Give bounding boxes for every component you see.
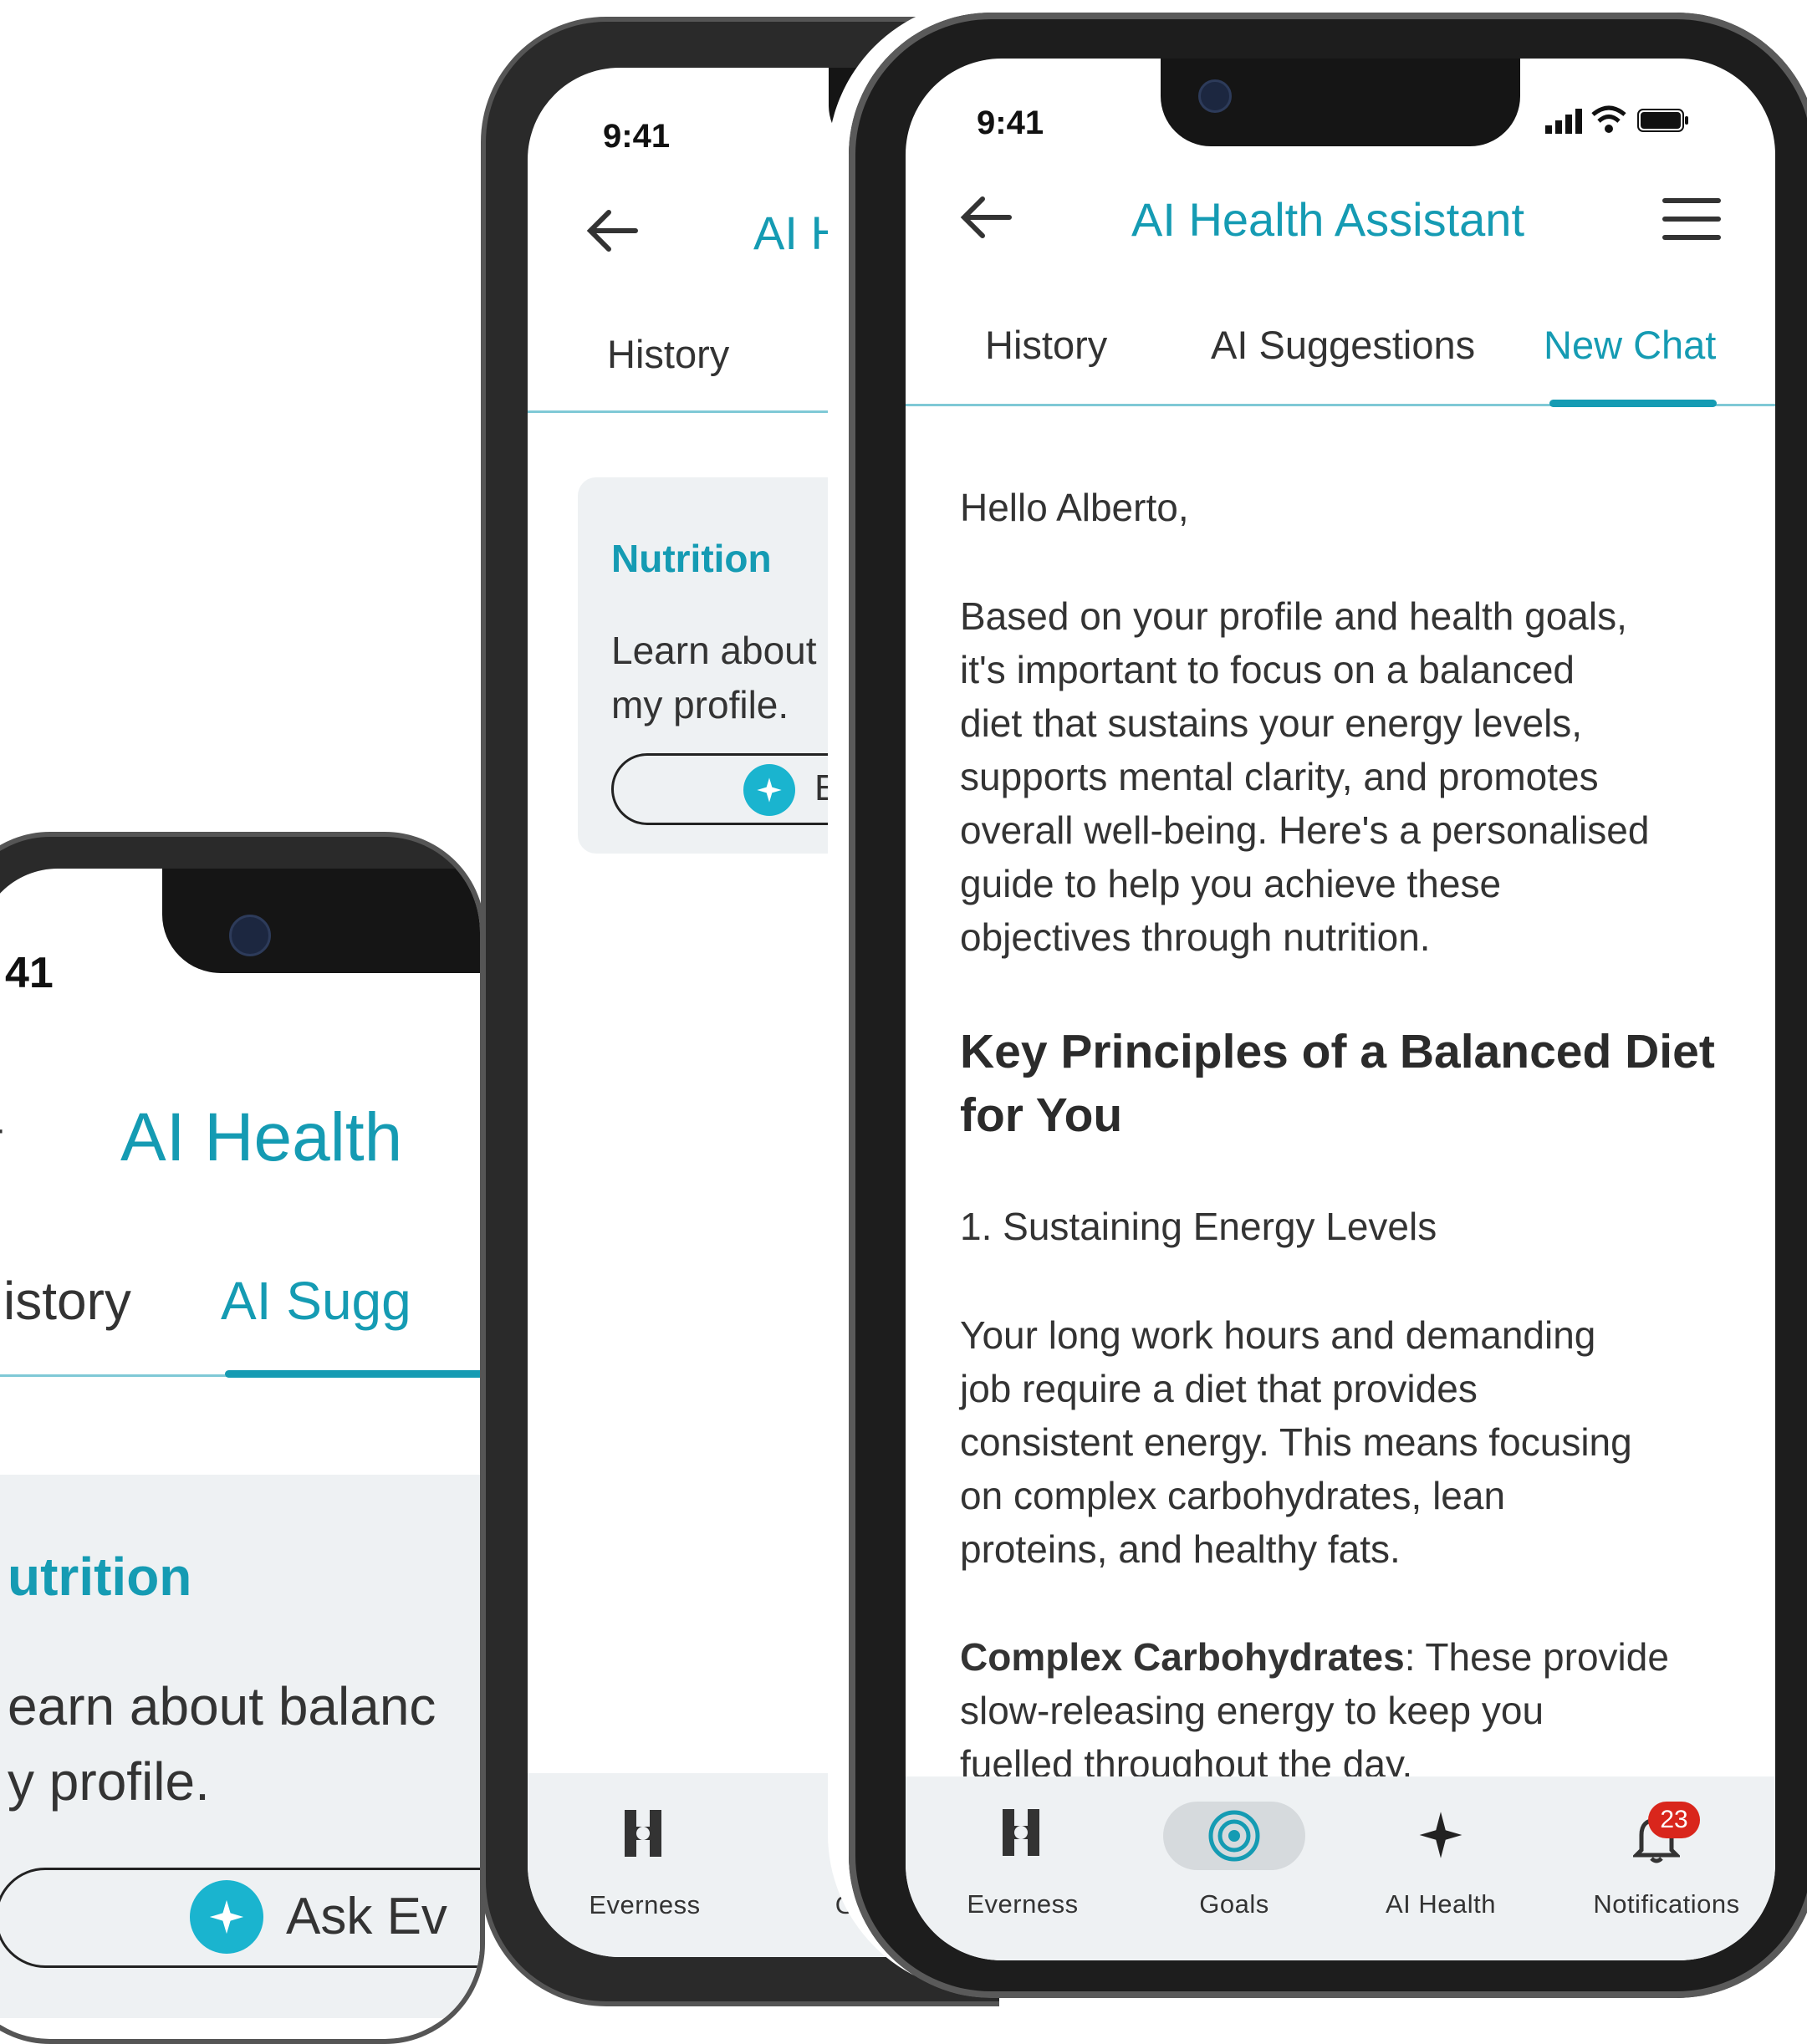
card-line-1: Learn about — [611, 629, 817, 672]
chat-heading: Key Principles of a Balanced Diet for Yo… — [960, 1025, 1715, 1142]
tab-history[interactable]: History — [985, 322, 1107, 368]
ask-everness-label: Ask Ev — [286, 1888, 447, 1945]
card-line-2: y profile. — [8, 1751, 210, 1812]
card-title: Nutrition — [611, 537, 772, 580]
chat-bold-rest: : These provide — [1404, 1635, 1669, 1679]
signal-icon — [1545, 109, 1584, 138]
camera-icon — [1198, 79, 1232, 113]
tab-ai-suggestions[interactable]: AI Suggestions — [1211, 322, 1475, 368]
phone-left: 41 · AI Health istory AI Sugg utrition e… — [0, 832, 485, 2044]
page-title: AI Health Assistant — [1131, 193, 1525, 246]
sparkle-icon — [190, 1880, 263, 1954]
card-line-2: my profile. — [611, 683, 789, 726]
ask-everness-button[interactable]: Ask Ev — [0, 1868, 480, 1968]
phone-left-screen: 41 · AI Health istory AI Sugg utrition e… — [0, 869, 480, 2039]
sparkle-icon[interactable] — [1417, 1810, 1464, 1864]
back-arrow-icon[interactable]: · — [0, 1111, 6, 1149]
everness-icon[interactable] — [998, 1806, 1044, 1863]
tab-active-indicator — [1549, 400, 1717, 407]
target-icon — [1207, 1808, 1262, 1868]
battery-icon — [1637, 109, 1689, 136]
status-time: 41 — [5, 949, 54, 997]
chat-item-1: 1. Sustaining Energy Levels — [960, 1205, 1437, 1248]
status-time: 9:41 — [977, 104, 1044, 141]
nav-everness[interactable]: Everness — [947, 1889, 1098, 1919]
chat-paragraph-2: Your long work hours and demanding job r… — [960, 1313, 1632, 1571]
card-title: utrition — [8, 1547, 192, 1607]
bottom-nav: Everness Goals AI Health 23 Notification… — [906, 1776, 1775, 1960]
nav-everness[interactable]: Everness — [569, 1890, 720, 1920]
nav-notifications[interactable]: Notifications — [1570, 1889, 1763, 1919]
sparkle-icon — [743, 764, 795, 816]
phone-right: 9:41 AI Health Assistant History AI Sugg… — [849, 13, 1807, 1998]
chat-paragraph-3: Complex Carbohydrates: These provide — [960, 1630, 1669, 1684]
tab-history[interactable]: istory — [3, 1270, 131, 1332]
camera-icon — [229, 915, 271, 956]
chat-bold-term: Complex Carbohydrates — [960, 1635, 1405, 1679]
phone-right-screen: 9:41 AI Health Assistant History AI Sugg… — [906, 59, 1775, 1960]
nav-goals[interactable]: Goals — [1167, 1889, 1301, 1919]
everness-icon[interactable] — [620, 1807, 666, 1864]
nav-ai-health[interactable]: AI Health — [1365, 1889, 1516, 1919]
chat-intro: Based on your profile and health goals, … — [960, 594, 1650, 959]
page-title: AI Health — [120, 1099, 403, 1175]
back-arrow-icon[interactable] — [956, 192, 1014, 247]
status-time: 9:41 — [603, 118, 671, 155]
tab-history[interactable]: History — [607, 331, 729, 377]
chat-greeting: Hello Alberto, — [960, 486, 1189, 529]
notch — [162, 869, 480, 973]
tab-new-chat[interactable]: New Chat — [1544, 322, 1716, 368]
wifi-icon — [1591, 105, 1626, 138]
tab-ai-suggestions[interactable]: AI Sugg — [221, 1270, 411, 1332]
menu-icon[interactable] — [1662, 198, 1721, 244]
tab-active-indicator — [225, 1370, 480, 1378]
chat-paragraph-3-rest: slow-releasing energy to keep you fuelle… — [960, 1689, 1544, 1786]
suggestion-card[interactable]: utrition earn about balanc y profile. As… — [0, 1475, 480, 2018]
notification-badge: 23 — [1648, 1802, 1700, 1838]
back-arrow-icon[interactable] — [582, 206, 641, 260]
card-line-1: earn about balanc — [8, 1676, 436, 1736]
